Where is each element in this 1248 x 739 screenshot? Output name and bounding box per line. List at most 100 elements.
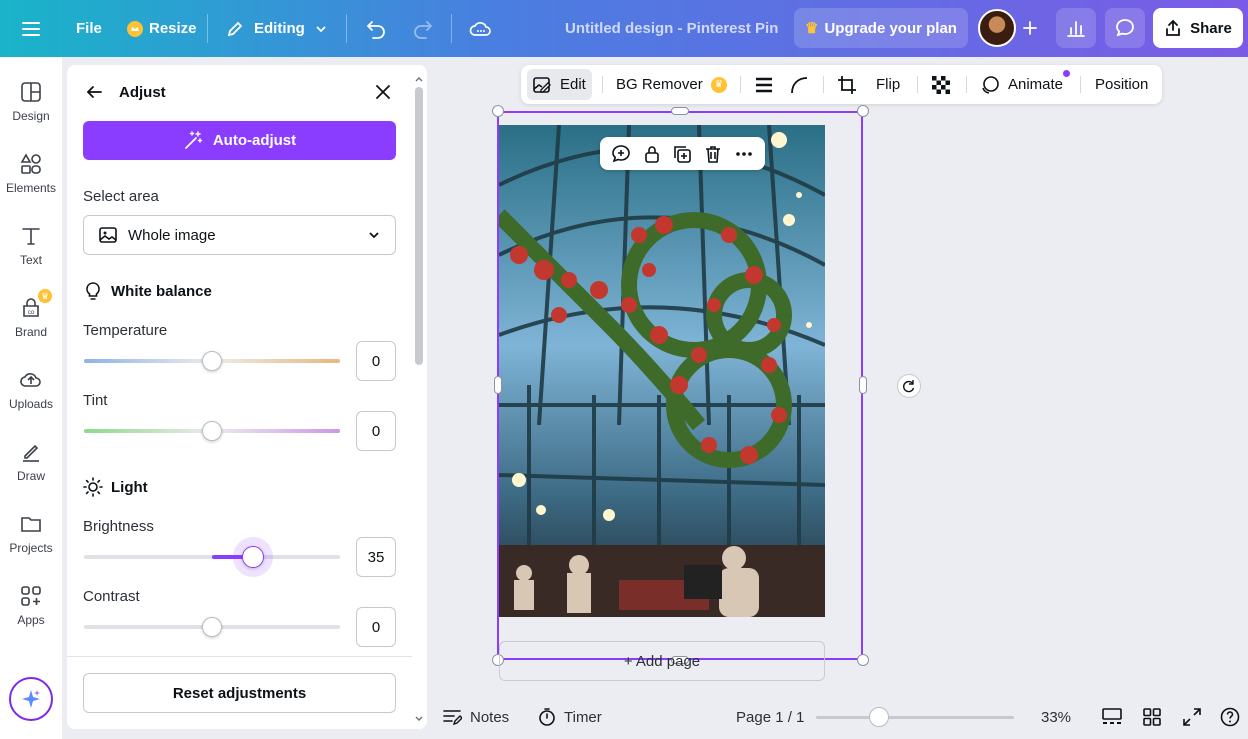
resize-handle-tr[interactable] <box>857 105 869 117</box>
rail-item-elements[interactable]: Elements <box>0 153 62 215</box>
animate-button[interactable]: Animate <box>980 65 1070 104</box>
notes-button[interactable]: Notes <box>442 698 509 736</box>
lock-button[interactable] <box>642 144 662 164</box>
timer-button[interactable]: Timer <box>538 698 602 736</box>
text-icon <box>22 228 40 245</box>
divider <box>346 14 347 43</box>
redo-button[interactable] <box>412 0 434 57</box>
page-indicator[interactable]: Page 1 / 1 <box>736 698 804 736</box>
zoom-slider-thumb[interactable] <box>869 707 889 727</box>
undo-button[interactable] <box>365 0 387 57</box>
rail-item-apps[interactable]: Apps <box>0 585 62 647</box>
rail-item-projects[interactable]: Projects <box>0 513 62 575</box>
resize-label: Resize <box>149 20 197 37</box>
cloud-icon <box>469 21 491 36</box>
resize-button[interactable]: Resize <box>127 0 197 57</box>
border-style-button[interactable] <box>754 65 774 104</box>
temperature-label: Temperature <box>83 322 168 339</box>
editing-dropdown[interactable]: Editing <box>226 0 327 57</box>
temperature-value[interactable]: 0 <box>356 341 396 381</box>
left-rail: Design Elements Text co ♛ Brand Uploads … <box>0 57 62 739</box>
help-button[interactable] <box>1220 698 1240 736</box>
temperature-slider-thumb[interactable] <box>202 351 222 371</box>
back-button[interactable] <box>85 83 103 101</box>
select-area-dropdown[interactable]: Whole image <box>83 215 396 255</box>
resize-handle-tl[interactable] <box>492 105 504 117</box>
flip-button[interactable]: Flip <box>876 65 900 104</box>
rail-item-text[interactable]: Text <box>0 225 62 287</box>
file-menu[interactable]: File <box>76 0 102 57</box>
scroll-up-icon <box>415 77 423 82</box>
rail-item-design[interactable]: Design <box>0 81 62 143</box>
corner-rounding-button[interactable] <box>789 65 809 104</box>
resize-handle-right[interactable] <box>859 376 867 394</box>
scroll-down-icon <box>415 716 423 721</box>
divider <box>740 76 741 93</box>
resize-handle-br[interactable] <box>857 654 869 666</box>
delete-button[interactable] <box>703 144 723 164</box>
add-collaborator-button[interactable] <box>1016 8 1044 48</box>
contrast-slider-thumb[interactable] <box>202 617 222 637</box>
zoom-slider[interactable] <box>816 716 1014 719</box>
tint-slider-thumb[interactable] <box>202 421 222 441</box>
resize-handle-left[interactable] <box>494 376 502 394</box>
add-comment-button[interactable] <box>611 144 631 164</box>
scroll-thumb[interactable] <box>415 87 423 365</box>
edit-image-button[interactable]: Edit <box>532 65 586 104</box>
divider <box>823 76 824 93</box>
context-toolbar: Edit BG Remover ♛ Flip Animate Position <box>521 65 1162 104</box>
share-icon <box>1166 19 1181 36</box>
position-button[interactable]: Position <box>1095 65 1148 104</box>
tint-value[interactable]: 0 <box>356 411 396 451</box>
more-icon <box>735 151 752 156</box>
reset-adjustments-button[interactable]: Reset adjustments <box>83 673 396 713</box>
timer-label: Timer <box>564 708 602 726</box>
contrast-label: Contrast <box>83 588 140 605</box>
border-weight-icon <box>756 77 772 92</box>
menu-button[interactable] <box>20 0 42 57</box>
grid-view-button[interactable] <box>1143 698 1161 736</box>
crop-button[interactable] <box>837 65 857 104</box>
section-title: Light <box>111 478 148 496</box>
duplicate-button[interactable] <box>672 144 692 164</box>
cloud-save-button[interactable] <box>469 0 491 57</box>
divider <box>67 656 412 657</box>
add-page-button[interactable]: + Add page <box>499 641 825 681</box>
brightness-value[interactable]: 35 <box>356 537 396 577</box>
transparency-button[interactable] <box>931 65 951 104</box>
rotate-handle[interactable] <box>897 374 921 398</box>
page-view-button[interactable] <box>1102 698 1122 736</box>
close-button[interactable] <box>375 84 391 100</box>
comments-button[interactable] <box>1105 8 1145 48</box>
zoom-level[interactable]: 33% <box>1041 698 1071 736</box>
crown-badge-icon: ♛ <box>38 289 52 303</box>
bg-remover-button[interactable]: BG Remover ♛ <box>616 65 727 104</box>
insights-button[interactable] <box>1056 8 1096 48</box>
upgrade-button[interactable]: ♛ Upgrade your plan <box>794 8 968 48</box>
chevron-down-icon <box>316 25 326 32</box>
panel-scrollbar[interactable] <box>414 75 424 725</box>
share-button[interactable]: Share <box>1153 8 1243 48</box>
canvas-scrollbar[interactable] <box>1239 66 1247 686</box>
rail-label: Apps <box>17 613 45 627</box>
avatar[interactable] <box>978 9 1016 47</box>
resize-handle-top[interactable] <box>671 107 689 115</box>
timer-icon <box>539 708 555 726</box>
more-options-button[interactable] <box>734 144 754 164</box>
bg-remover-label: BG Remover <box>616 76 703 93</box>
rail-item-draw[interactable]: Draw <box>0 441 62 503</box>
divider <box>451 14 452 43</box>
apps-icon <box>21 586 41 606</box>
magic-assistant-button[interactable] <box>9 677 53 721</box>
rail-item-brand[interactable]: co ♛ Brand <box>0 289 62 359</box>
brightness-slider-thumb[interactable] <box>242 546 264 568</box>
rail-item-uploads[interactable]: Uploads <box>0 369 62 431</box>
top-bar: File Resize Editing Untitled design - Pi… <box>0 0 1248 57</box>
contrast-value[interactable]: 0 <box>356 607 396 647</box>
auto-adjust-button[interactable]: Auto-adjust <box>83 121 396 160</box>
bottom-bar: Notes Timer Page 1 / 1 33% <box>430 698 1248 736</box>
lightbulb-icon <box>86 282 100 300</box>
fullscreen-button[interactable] <box>1183 698 1201 736</box>
design-title[interactable]: Untitled design - Pinterest Pin <box>565 0 778 57</box>
rail-label: Design <box>12 109 50 123</box>
